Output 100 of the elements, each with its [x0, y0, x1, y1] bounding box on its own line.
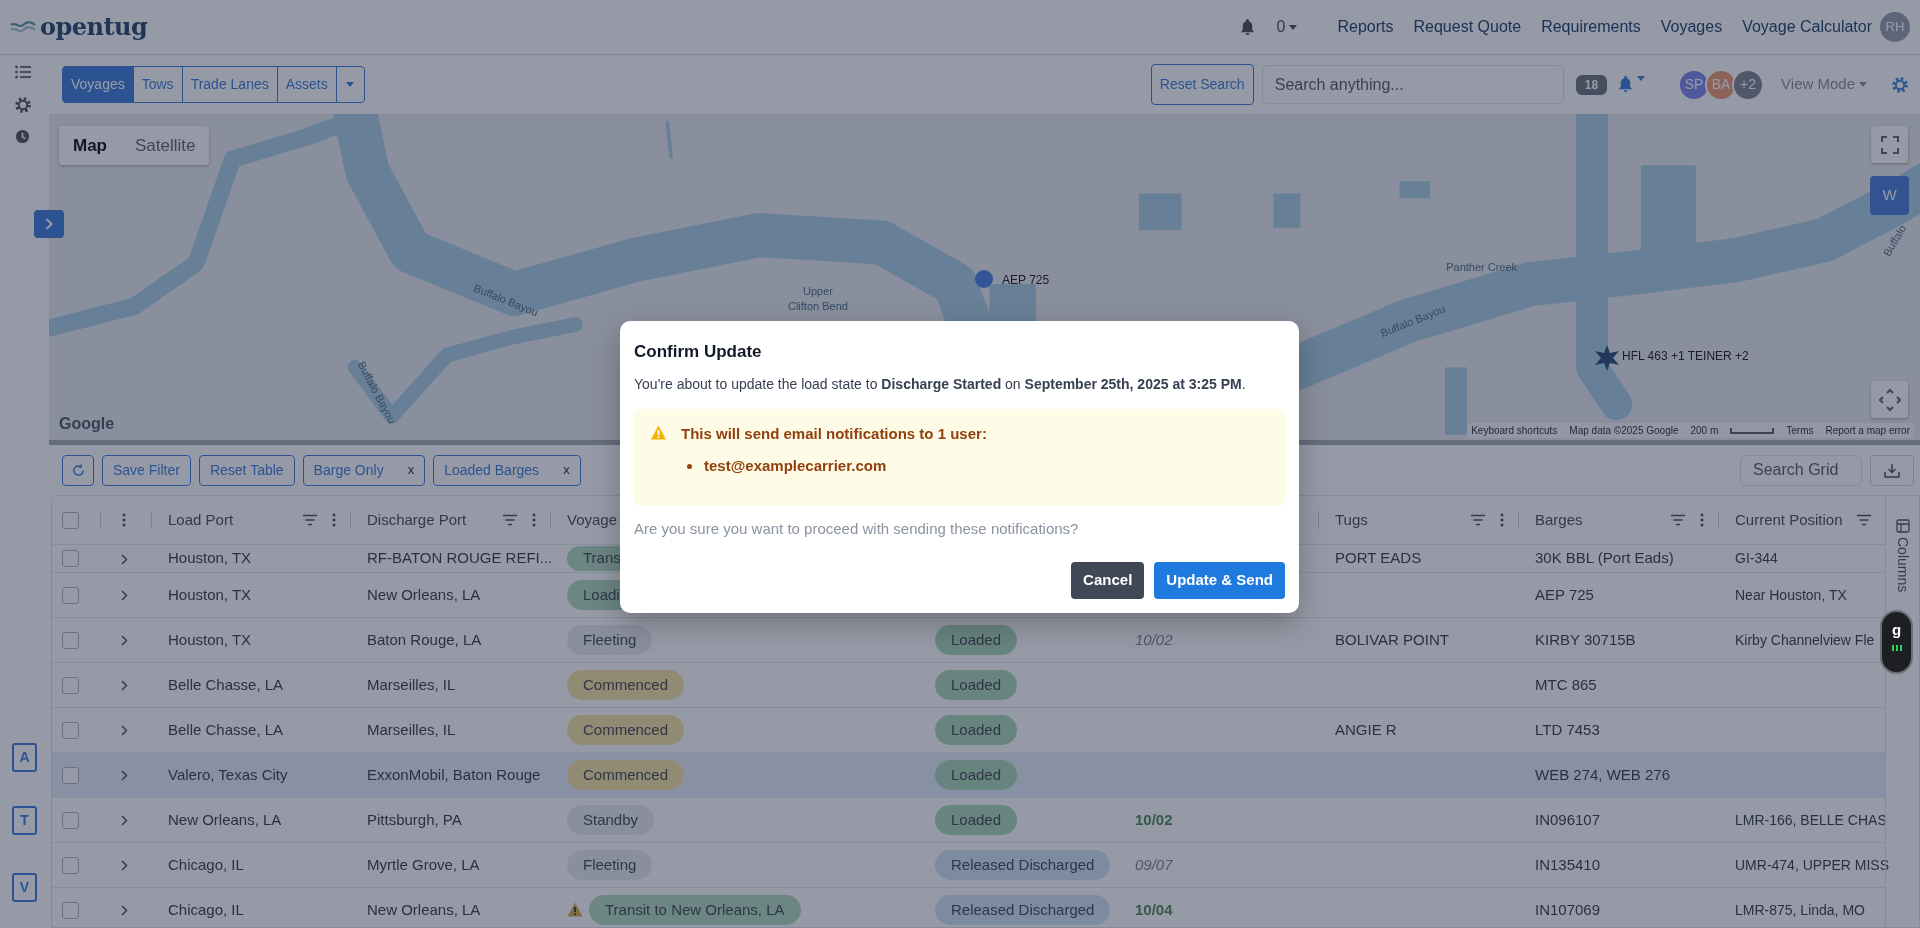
nav-link[interactable]: Requirements: [1541, 15, 1641, 39]
row-checkbox[interactable]: [62, 856, 79, 874]
notification-bell-icon[interactable]: [1239, 18, 1255, 36]
list-icon[interactable]: [15, 65, 31, 79]
map-footer-link[interactable]: Terms: [1786, 423, 1814, 438]
table-icon[interactable]: [1895, 519, 1910, 533]
caret-icon[interactable]: [1637, 76, 1646, 81]
cluster-marker-icon[interactable]: [1594, 345, 1620, 371]
nav-link[interactable]: Reports: [1337, 15, 1394, 39]
row-checkbox[interactable]: [62, 766, 79, 784]
row-checkbox[interactable]: [62, 631, 79, 649]
row-checkbox[interactable]: [62, 676, 79, 694]
expand-row-icon[interactable]: [121, 680, 128, 692]
fullscreen-icon[interactable]: [1880, 135, 1899, 154]
table-cell: Belle Chasse, LA: [168, 675, 284, 693]
nav-link[interactable]: Voyage Calculator: [1742, 15, 1872, 39]
column-header[interactable]: Discharge Port: [367, 508, 502, 532]
view-mode-dropdown[interactable]: View Mode: [1780, 72, 1868, 97]
filter-icon[interactable]: [1670, 514, 1686, 526]
caret-icon[interactable]: [1289, 24, 1298, 30]
filter-icon[interactable]: [502, 514, 518, 526]
grid-search-field[interactable]: Search Grid: [1740, 454, 1862, 486]
filter-chip[interactable]: Barge Only x: [302, 454, 426, 486]
filter-icon[interactable]: [1470, 514, 1486, 526]
bell-icon[interactable]: [1618, 76, 1634, 93]
expand-row-icon[interactable]: [121, 635, 128, 647]
toolbar-button[interactable]: Save Filter: [102, 454, 191, 486]
expand-row-icon[interactable]: [121, 725, 128, 737]
caret-icon[interactable]: [1859, 82, 1867, 87]
logo-text[interactable]: opentug: [40, 9, 148, 45]
floating-widget[interactable]: g: [1880, 610, 1913, 674]
row-checkbox[interactable]: [62, 811, 79, 829]
map-type-tab[interactable]: Map: [59, 126, 121, 165]
expand-row-icon[interactable]: [121, 905, 128, 917]
column-header[interactable]: Tugs: [1335, 508, 1470, 532]
nav-link[interactable]: Request Quote: [1413, 15, 1522, 39]
table-row[interactable]: Valero, Texas City ExxonMobil, Baton Rouge Commenced Loaded WEB 274, WEB 276: [52, 753, 1885, 798]
toolbar-button[interactable]: Reset Table: [198, 454, 295, 486]
download-icon[interactable]: [1884, 462, 1900, 478]
notification-count-dropdown[interactable]: 0: [1276, 15, 1298, 39]
tab-dropdown-button[interactable]: [335, 66, 365, 103]
column-menu-icon[interactable]: [1700, 513, 1704, 527]
column-header[interactable]: Load Port: [168, 508, 302, 532]
row-checkbox[interactable]: [62, 550, 79, 567]
sidebar-letter-button[interactable]: T: [12, 806, 37, 835]
table-cell: PORT EADS: [1335, 549, 1422, 567]
select-all-checkbox[interactable]: [62, 511, 79, 529]
column-header[interactable]: Barges: [1535, 508, 1670, 532]
expand-row-icon[interactable]: [121, 590, 128, 602]
notifications-dropdown[interactable]: [1617, 75, 1647, 94]
fullscreen-button[interactable]: [1871, 126, 1908, 163]
vessel-marker-icon[interactable]: [974, 269, 994, 289]
view-tab[interactable]: Assets: [276, 66, 337, 103]
update-send-button[interactable]: Update & Send: [1154, 562, 1285, 599]
column-menu-icon[interactable]: [532, 513, 536, 527]
pan-arrows-icon[interactable]: [1878, 388, 1901, 411]
remove-filter-icon[interactable]: x: [563, 460, 570, 480]
settings-icon[interactable]: [1892, 76, 1908, 93]
sidebar-letter-button[interactable]: V: [12, 873, 37, 902]
column-header[interactable]: Current Position: [1735, 508, 1856, 532]
filter-icon[interactable]: [302, 514, 318, 526]
column-menu-icon[interactable]: [332, 513, 336, 527]
table-cell: Baton Rouge, LA: [367, 630, 482, 648]
columns-panel-tab[interactable]: Columns: [1891, 518, 1914, 594]
filter-icon[interactable]: [1856, 514, 1872, 526]
download-button[interactable]: [1870, 454, 1914, 486]
column-menu-icon[interactable]: [122, 513, 126, 527]
row-checkbox[interactable]: [62, 721, 79, 739]
expand-row-icon[interactable]: [121, 815, 128, 827]
clock-icon[interactable]: [15, 129, 30, 144]
chevron-right-icon[interactable]: [45, 218, 53, 230]
refresh-icon[interactable]: [71, 463, 85, 477]
map-type-tab[interactable]: Satellite: [121, 126, 210, 165]
expand-row-icon[interactable]: [121, 553, 128, 565]
user-avatar[interactable]: +2: [1732, 68, 1765, 101]
expand-row-icon[interactable]: [121, 860, 128, 872]
settings-icon[interactable]: [15, 97, 31, 113]
column-menu-icon[interactable]: [1500, 513, 1504, 527]
row-checkbox[interactable]: [62, 586, 79, 604]
filter-chip[interactable]: Loaded Barges x: [433, 454, 581, 486]
expand-row-icon[interactable]: [121, 770, 128, 782]
sidebar-letter-button[interactable]: A: [12, 743, 37, 772]
nav-link[interactable]: Voyages: [1660, 15, 1723, 39]
pan-control[interactable]: [1871, 381, 1908, 418]
caret-icon[interactable]: [346, 82, 355, 87]
map-footer-link[interactable]: Report a map error: [1825, 423, 1910, 438]
expand-sidebar-button[interactable]: [34, 210, 64, 238]
remove-filter-icon[interactable]: x: [407, 460, 415, 480]
view-tab[interactable]: Trade Lanes: [181, 66, 278, 103]
view-tab[interactable]: Voyages: [62, 66, 134, 103]
marker-label: HFL 463 +1 TEINER +2: [1622, 348, 1749, 365]
search-field[interactable]: Search anything...: [1261, 65, 1564, 104]
cancel-button[interactable]: Cancel: [1071, 562, 1145, 599]
layer-button[interactable]: W: [1870, 176, 1909, 215]
map-footer-link[interactable]: Keyboard shortcuts: [1471, 423, 1558, 438]
row-checkbox[interactable]: [62, 901, 79, 919]
refresh-button[interactable]: [62, 454, 94, 486]
reset-search-button[interactable]: Reset Search: [1150, 64, 1254, 105]
view-tab[interactable]: Tows: [132, 66, 183, 103]
map-footer-link[interactable]: Map data ©2025 Google: [1569, 423, 1679, 438]
